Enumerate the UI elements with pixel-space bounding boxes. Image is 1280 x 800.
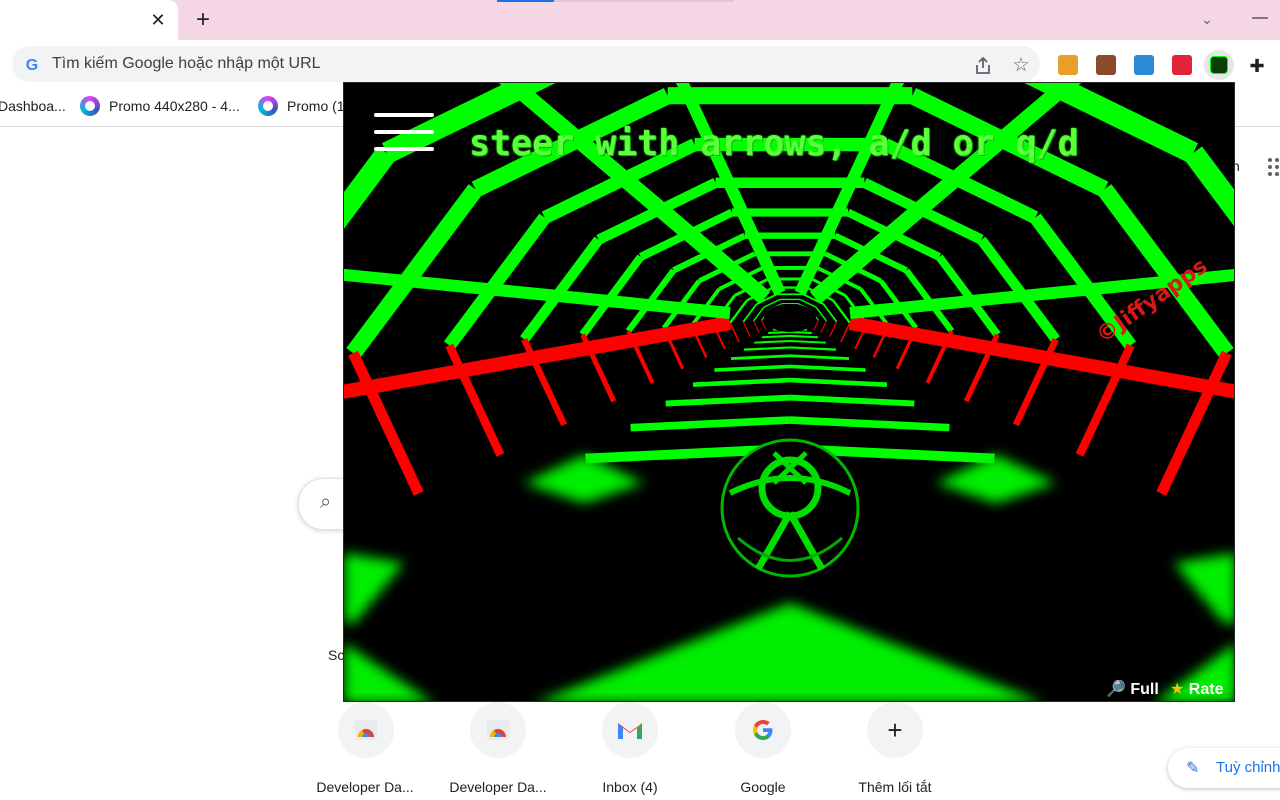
shortcut-developer-dashboard-2[interactable]	[470, 702, 526, 758]
menu-hamburger-icon[interactable]	[374, 113, 434, 153]
new-tab-button[interactable]: +	[190, 6, 216, 34]
shortcut-label[interactable]: Developer Da...	[303, 779, 427, 795]
shortcut-inbox[interactable]	[602, 702, 658, 758]
tab-search-icon[interactable]: ⌄	[1196, 8, 1218, 30]
controls-hint: steer with arrows, a/d or q/d	[469, 123, 1079, 164]
loading-indicator	[497, 0, 554, 2]
full-label: Full	[1130, 681, 1159, 698]
slope-game-extension-icon[interactable]	[1210, 56, 1228, 74]
minimize-button[interactable]: —	[1250, 8, 1270, 28]
magnifier-icon: 🔎	[1106, 681, 1126, 698]
rate-label: Rate	[1188, 681, 1224, 698]
pencil-icon: ✎	[1186, 760, 1200, 777]
tunnel-line	[789, 334, 819, 339]
shortcut-developer-dashboard-1[interactable]	[338, 702, 394, 758]
google-icon: G	[25, 57, 39, 74]
tunnel-line	[789, 330, 812, 335]
star-icon: ★	[1170, 681, 1185, 698]
search-icon: ⌕	[320, 491, 332, 513]
bookmark-promo[interactable]: Promo (1	[287, 98, 345, 114]
ntp-partial-text: Sc	[328, 647, 345, 663]
close-tab-icon[interactable]: ✕	[146, 8, 170, 32]
bookmark-promo-440[interactable]: Promo 440x280 - 4...	[109, 98, 240, 114]
add-shortcut-icon[interactable]: +	[867, 702, 923, 758]
fullscreen-button[interactable]: 🔎 Full	[1106, 679, 1159, 699]
bookmark-favicon-icon	[258, 96, 278, 116]
extension-3-icon[interactable]	[1134, 55, 1154, 75]
extension-1-icon[interactable]	[1058, 55, 1078, 75]
tunnel-end	[764, 304, 816, 332]
webstore-icon	[355, 720, 377, 740]
customize-label[interactable]: Tuỳ chỉnh	[1216, 759, 1280, 776]
extension-4-icon[interactable]	[1172, 55, 1192, 75]
ball	[720, 438, 860, 578]
shortcut-google[interactable]	[735, 702, 791, 758]
bookmark-dashboard[interactable]: Dashboa...	[0, 98, 66, 114]
share-icon[interactable]	[972, 55, 994, 77]
shortcut-label[interactable]: Developer Da...	[436, 779, 560, 795]
tunnel-line	[768, 330, 791, 335]
tunnel-graphics	[344, 83, 1234, 701]
shortcut-label[interactable]: Google	[701, 779, 825, 795]
slope-game-popup[interactable]: steer with arrows, a/d or q/d ©Jiffyapps…	[343, 82, 1235, 702]
gmail-icon	[618, 723, 642, 739]
bookmark-star-icon[interactable]: ☆	[1010, 54, 1032, 76]
bookmark-favicon-icon	[80, 96, 100, 116]
tunnel-line	[761, 334, 791, 339]
omnibox-placeholder[interactable]: Tìm kiếm Google hoặc nhập một URL	[52, 55, 321, 73]
google-apps-icon[interactable]	[1268, 158, 1280, 178]
rate-button[interactable]: ★ Rate	[1170, 679, 1223, 699]
extension-2-icon[interactable]	[1096, 55, 1116, 75]
tab-indicator	[554, 0, 734, 2]
google-icon	[753, 720, 773, 740]
shortcut-label[interactable]: Thêm lối tắt	[833, 779, 957, 795]
active-tab[interactable]: ✕	[0, 0, 178, 40]
tab-strip: ✕ + ⌄ —	[0, 0, 1280, 40]
extensions-puzzle-icon[interactable]: ✚	[1246, 55, 1268, 77]
webstore-icon	[487, 720, 509, 740]
shortcut-label[interactable]: Inbox (4)	[568, 779, 692, 795]
